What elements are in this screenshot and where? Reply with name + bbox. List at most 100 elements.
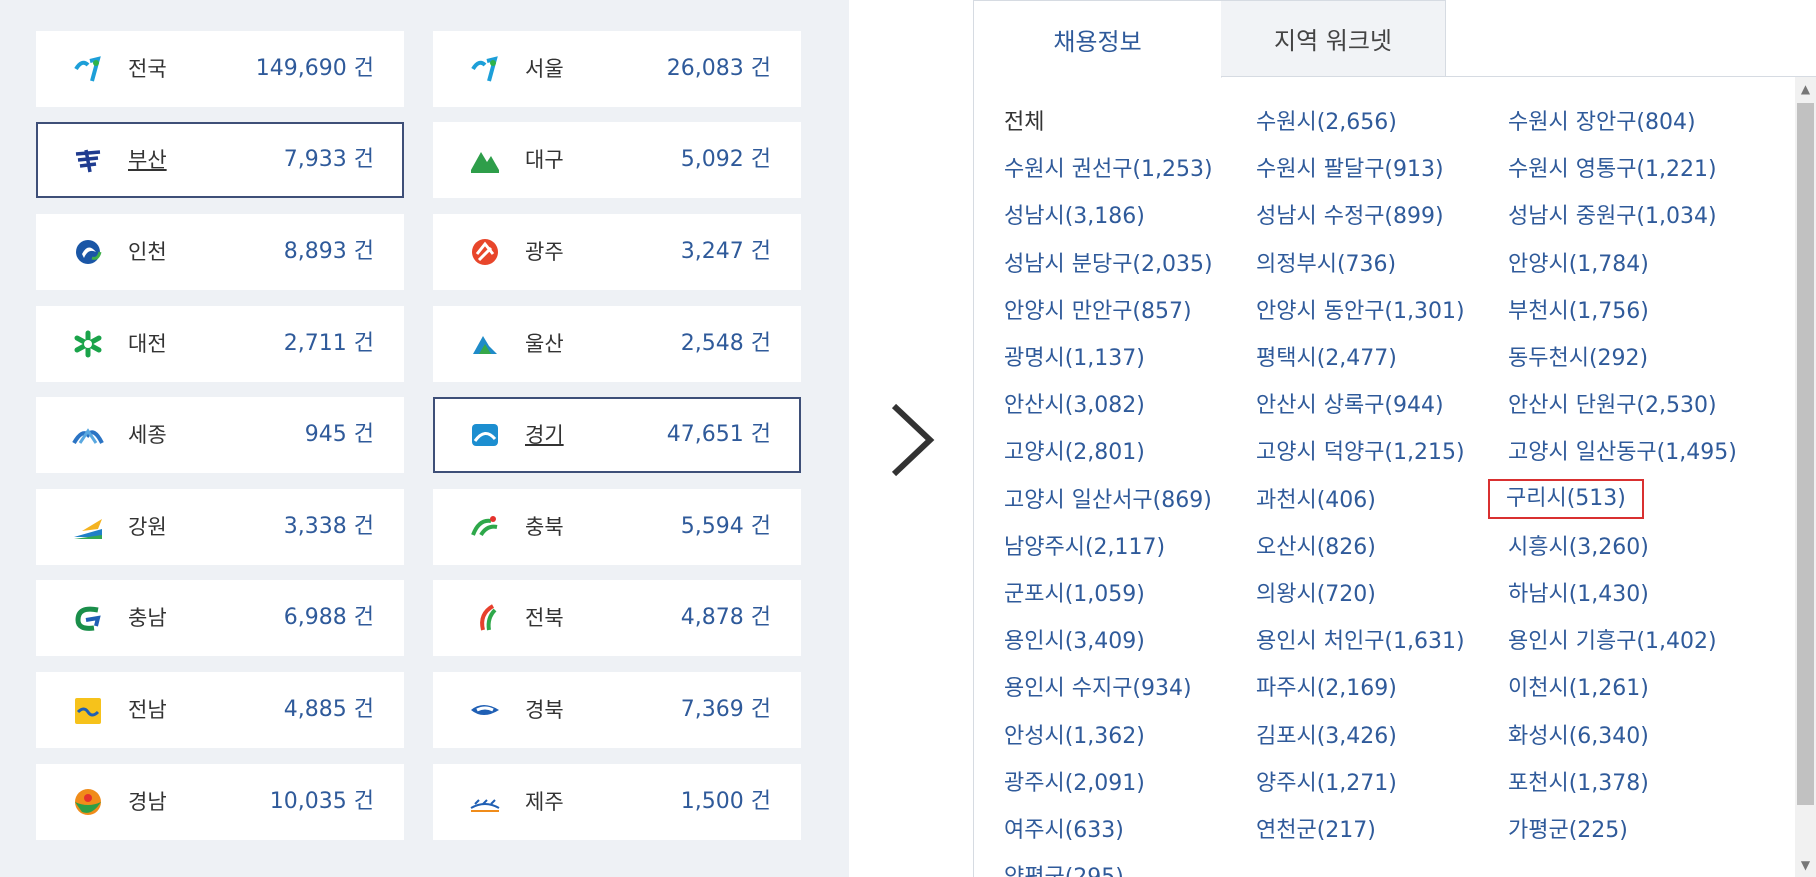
tab-job-info[interactable]: 채용정보 <box>973 0 1222 78</box>
job-region-link[interactable]: 이천시(1,261) <box>1508 674 1649 704</box>
job-region-link[interactable]: 안산시 상록구(944) <box>1256 391 1444 421</box>
region-card[interactable]: 경남 10,035 건 <box>36 764 404 840</box>
daejeon-emblem-icon <box>72 330 104 358</box>
job-region-link[interactable]: 오산시(826) <box>1256 533 1376 563</box>
scroll-up-icon[interactable]: ▲ <box>1795 77 1816 101</box>
job-region-link[interactable]: 과천시(406) <box>1256 486 1376 516</box>
region-card[interactable]: 충북 5,594 건 <box>433 489 801 565</box>
region-count: 7,369 건 <box>680 697 771 722</box>
region-card[interactable]: 울산 2,548 건 <box>433 306 801 382</box>
job-region-link[interactable]: 여주시(633) <box>1004 816 1124 846</box>
job-region-link[interactable]: 성남시 수정구(899) <box>1256 202 1444 232</box>
region-card[interactable]: 서울 26,083 건 <box>433 31 801 107</box>
gangwon-emblem-icon <box>72 513 104 541</box>
region-card[interactable]: 경북 7,369 건 <box>433 672 801 748</box>
job-region-link[interactable]: 용인시(3,409) <box>1004 627 1145 657</box>
gyeongnam-emblem-icon <box>72 788 104 816</box>
job-region-link[interactable]: 수원시 영통구(1,221) <box>1508 155 1717 185</box>
scroll-thumb[interactable] <box>1797 103 1814 805</box>
job-region-link[interactable]: 성남시(3,186) <box>1004 202 1145 232</box>
job-region-link[interactable]: 안성시(1,362) <box>1004 722 1145 752</box>
region-card[interactable]: 전북 4,878 건 <box>433 580 801 656</box>
job-region-link[interactable]: 양평군(295) <box>1004 863 1124 877</box>
job-region-link[interactable]: 성남시 분당구(2,035) <box>1004 250 1213 280</box>
job-region-link[interactable]: 수원시 권선구(1,253) <box>1004 155 1213 185</box>
job-region-link[interactable]: 군포시(1,059) <box>1004 580 1145 610</box>
region-name: 경남 <box>128 790 167 814</box>
job-region-link[interactable]: 용인시 수지구(934) <box>1004 674 1192 704</box>
job-region-link[interactable]: 양주시(1,271) <box>1256 769 1397 799</box>
region-card[interactable]: 전국 149,690 건 <box>36 31 404 107</box>
sejong-emblem-icon <box>72 421 104 449</box>
job-region-link[interactable]: 파주시(2,169) <box>1256 674 1397 704</box>
ulsan-emblem-icon <box>469 330 501 358</box>
job-region-link[interactable]: 안양시(1,784) <box>1508 250 1649 280</box>
region-count: 47,651 건 <box>666 422 771 447</box>
chevron-right-icon <box>891 403 935 477</box>
job-link-all[interactable]: 전체 <box>1004 108 1044 138</box>
region-name: 경북 <box>525 698 564 722</box>
region-card[interactable]: 대전 2,711 건 <box>36 306 404 382</box>
job-region-link[interactable]: 남양주시(2,117) <box>1004 533 1165 563</box>
job-region-link[interactable]: 수원시 팔달구(913) <box>1256 155 1444 185</box>
region-card[interactable]: 대구 5,092 건 <box>433 122 801 198</box>
job-region-link[interactable]: 시흥시(3,260) <box>1508 533 1649 563</box>
region-card[interactable]: 강원 3,338 건 <box>36 489 404 565</box>
job-region-link[interactable]: 동두천시(292) <box>1508 344 1648 374</box>
job-region-link[interactable]: 광명시(1,137) <box>1004 344 1145 374</box>
job-region-link[interactable]: 안양시 만안구(857) <box>1004 297 1192 327</box>
job-region-link[interactable]: 가평군(225) <box>1508 816 1628 846</box>
job-region-link[interactable]: 하남시(1,430) <box>1508 580 1649 610</box>
tab-bar: 채용정보 지역 워크넷 <box>973 0 1816 78</box>
job-region-link[interactable]: 안산시(3,082) <box>1004 391 1145 421</box>
region-card[interactable]: 부산 7,933 건 <box>36 122 404 198</box>
job-region-link[interactable]: 안양시 동안구(1,301) <box>1256 297 1465 327</box>
region-card[interactable]: 전남 4,885 건 <box>36 672 404 748</box>
region-card[interactable]: 인천 8,893 건 <box>36 214 404 290</box>
jeonnam-emblem-icon <box>72 696 104 724</box>
job-region-link[interactable]: 평택시(2,477) <box>1256 344 1397 374</box>
region-name: 대전 <box>128 332 167 356</box>
job-region-link[interactable]: 광주시(2,091) <box>1004 769 1145 799</box>
region-name: 경기 <box>525 423 564 447</box>
job-region-link[interactable]: 연천군(217) <box>1256 816 1376 846</box>
job-region-link[interactable]: 성남시 중원구(1,034) <box>1508 202 1717 232</box>
incheon-emblem-icon <box>72 238 104 266</box>
job-region-link[interactable]: 고양시 일산서구(869) <box>1004 486 1212 516</box>
job-region-link[interactable]: 용인시 기흥구(1,402) <box>1508 627 1717 657</box>
job-region-link[interactable]: 의왕시(720) <box>1256 580 1376 610</box>
job-region-link[interactable]: 고양시(2,801) <box>1004 438 1145 468</box>
region-name: 전북 <box>525 606 564 630</box>
job-region-link[interactable]: 화성시(6,340) <box>1508 722 1649 752</box>
region-name: 부산 <box>128 148 167 172</box>
region-count: 3,338 건 <box>283 514 374 539</box>
region-name: 광주 <box>525 240 564 264</box>
region-count: 5,092 건 <box>680 147 771 172</box>
job-region-link[interactable]: 포천시(1,378) <box>1508 769 1649 799</box>
job-region-link[interactable]: 김포시(3,426) <box>1256 722 1397 752</box>
scrollbar[interactable]: ▲ ▼ <box>1795 77 1816 877</box>
job-region-link[interactable]: 용인시 처인구(1,631) <box>1256 627 1465 657</box>
job-region-link[interactable]: 고양시 덕양구(1,215) <box>1256 438 1465 468</box>
region-card[interactable]: 충남 6,988 건 <box>36 580 404 656</box>
scroll-down-icon[interactable]: ▼ <box>1795 853 1816 877</box>
region-count: 6,988 건 <box>283 605 374 630</box>
job-region-link[interactable]: 안산시 단원구(2,530) <box>1508 391 1717 421</box>
region-card[interactable]: 세종 945 건 <box>36 397 404 473</box>
tab-regional-worknet[interactable]: 지역 워크넷 <box>1221 0 1446 77</box>
job-region-link[interactable]: 의정부시(736) <box>1256 250 1396 280</box>
region-count: 2,711 건 <box>283 331 374 356</box>
job-region-link[interactable]: 수원시(2,656) <box>1256 108 1397 138</box>
region-card[interactable]: 제주 1,500 건 <box>433 764 801 840</box>
chungnam-emblem-icon <box>72 604 104 632</box>
region-count: 5,594 건 <box>680 514 771 539</box>
job-region-link[interactable]: 구리시(513) <box>1488 478 1644 519</box>
job-region-link[interactable]: 부천시(1,756) <box>1508 297 1649 327</box>
region-name: 제주 <box>525 790 564 814</box>
job-region-link[interactable]: 수원시 장안구(804) <box>1508 108 1696 138</box>
job-region-link[interactable]: 고양시 일산동구(1,495) <box>1508 438 1737 468</box>
region-card[interactable]: 광주 3,247 건 <box>433 214 801 290</box>
busan-emblem-icon <box>72 146 104 174</box>
gyeongbuk-emblem-icon <box>469 696 501 724</box>
region-card[interactable]: 경기 47,651 건 <box>433 397 801 473</box>
